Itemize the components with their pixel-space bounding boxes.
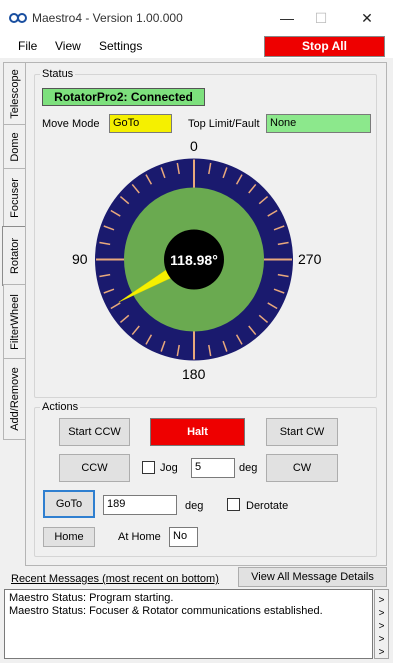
tab-strip: Telescope Dome Focuser Rotator FilterWhe… [2, 62, 27, 442]
menu-settings[interactable]: Settings [99, 39, 142, 53]
maximize-button[interactable]: ☐ [306, 8, 336, 28]
actions-group-label: Actions [40, 401, 81, 413]
jog-label: Jog [160, 462, 178, 474]
move-mode-value: GoTo [109, 114, 172, 133]
dial-label-180: 180 [182, 366, 206, 382]
start-ccw-button[interactable]: Start CCW [59, 418, 130, 446]
tab-rotator[interactable]: Rotator [2, 226, 27, 286]
rotator-dial: 118.98° [95, 158, 293, 361]
at-home-label: At Home [118, 531, 161, 543]
jog-unit-label: deg [239, 462, 258, 474]
status-group-label: Status [40, 68, 76, 80]
derotate-label: Derotate [246, 500, 289, 512]
tab-telescope[interactable]: Telescope [3, 62, 25, 126]
connection-status: RotatorPro2: Connected [42, 88, 205, 106]
cw-button[interactable]: CW [266, 454, 338, 482]
menu-file[interactable]: File [18, 39, 37, 53]
derotate-checkbox[interactable] [227, 498, 240, 511]
view-all-messages-button[interactable]: View All Message Details [238, 567, 387, 587]
ccw-button[interactable]: CCW [59, 454, 130, 482]
scroll-chevrons-icon: > > > > > [378, 595, 385, 658]
top-limit-value: None [266, 114, 371, 133]
messages-scroll-arrows[interactable]: > > > > > [374, 589, 389, 659]
tab-add-remove[interactable]: Add/Remove [3, 358, 25, 440]
message-line: Maestro Status: Focuser & Rotator commun… [9, 605, 323, 617]
top-limit-label: Top Limit/Fault [188, 118, 260, 130]
menu-view[interactable]: View [55, 39, 81, 53]
tab-filterwheel[interactable]: FilterWheel [3, 284, 25, 360]
tab-dome[interactable]: Dome [3, 124, 25, 170]
title-bar: Maestro4 - Version 1.00.000 — ☐ ✕ [0, 0, 393, 36]
jog-checkbox[interactable] [142, 461, 155, 474]
minimize-button[interactable]: — [272, 8, 302, 28]
dial-label-270: 270 [298, 251, 322, 267]
dial-angle-readout: 118.98° [170, 252, 218, 268]
dial-label-90: 90 [72, 251, 88, 267]
at-home-value: No [169, 527, 198, 547]
home-button[interactable]: Home [43, 527, 95, 547]
start-cw-button[interactable]: Start CW [266, 418, 338, 446]
tab-focuser[interactable]: Focuser [3, 168, 25, 228]
app-logo-icon [9, 13, 27, 23]
halt-button[interactable]: Halt [150, 418, 245, 446]
jog-amount-input[interactable]: 5 [191, 458, 235, 478]
move-mode-label: Move Mode [42, 118, 100, 130]
goto-button[interactable]: GoTo [43, 490, 95, 518]
window-title: Maestro4 - Version 1.00.000 [32, 11, 183, 25]
messages-list: Maestro Status: Program starting. Maestr… [4, 589, 373, 659]
goto-angle-input[interactable]: 189 [103, 495, 177, 515]
goto-unit-label: deg [185, 500, 204, 512]
dial-label-0: 0 [190, 138, 198, 154]
stop-all-button[interactable]: Stop All [264, 36, 385, 57]
message-line: Maestro Status: Program starting. [9, 592, 174, 604]
recent-messages-header: Recent Messages (most recent on bottom) [11, 573, 219, 585]
close-button[interactable]: ✕ [352, 8, 382, 28]
